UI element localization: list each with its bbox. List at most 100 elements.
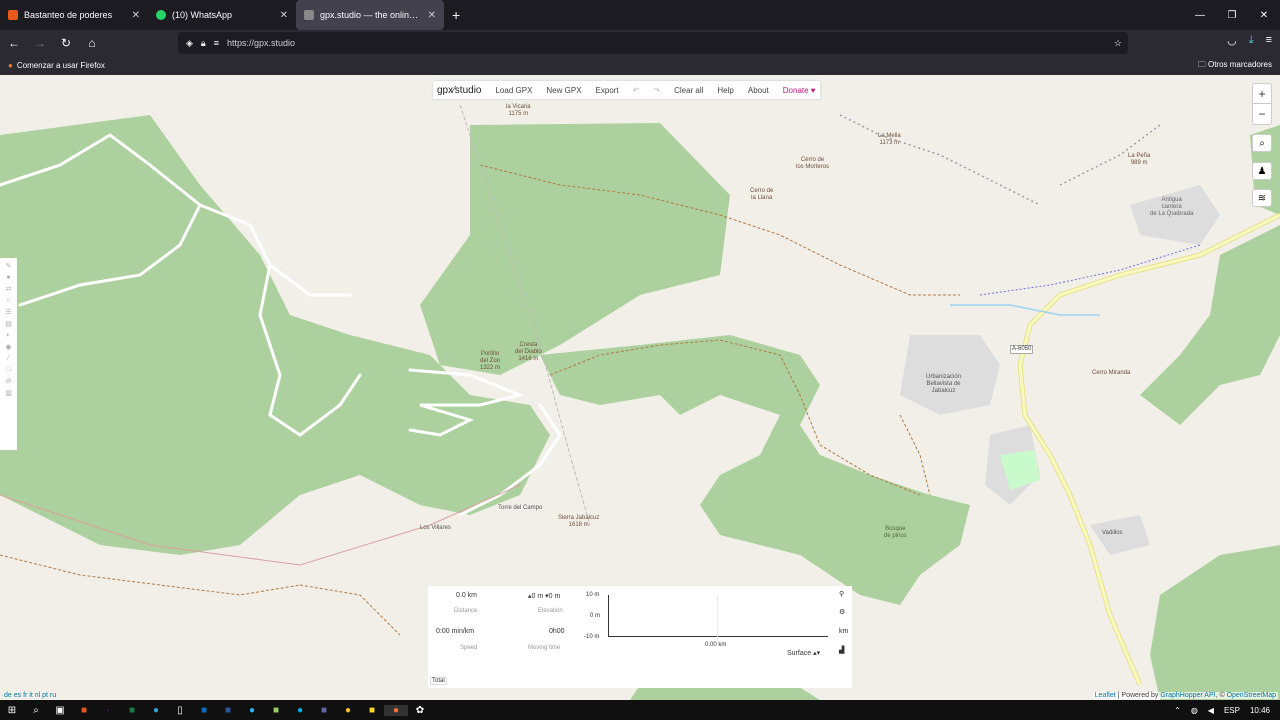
new-tab-button[interactable]: +	[444, 7, 468, 23]
url-text[interactable]: https://gpx.studio	[227, 38, 295, 48]
network-icon[interactable]: ◍	[1191, 706, 1198, 715]
pocket-icon[interactable]: ◡	[1227, 34, 1237, 47]
layers-icon: ≋	[1257, 193, 1267, 204]
windows-start-icon[interactable]: ⊞	[0, 705, 24, 716]
palette-icon[interactable]: ◐	[6, 332, 10, 339]
graphhopper-link[interactable]: GraphHopper API	[1160, 692, 1215, 699]
loop-icon[interactable]: ○	[6, 297, 10, 304]
bookmark-star-icon[interactable]: ☆	[1114, 38, 1122, 49]
moving-time-value: 0h00	[549, 628, 565, 635]
app-icon[interactable]: ·	[96, 705, 120, 716]
system-tray: ⌃ ◍ ◀ ESP 10:46	[1174, 700, 1270, 720]
redo-icon[interactable]: ↷	[653, 86, 660, 95]
y-tick-mid: 0 m	[590, 613, 601, 619]
close-window-icon[interactable]: ✕	[1248, 10, 1280, 21]
runner-icon[interactable]: ⚲	[839, 590, 844, 598]
menu-icon[interactable]: ≡	[1266, 34, 1272, 47]
back-icon[interactable]: ←	[2, 36, 26, 50]
tab-gpx-studio[interactable]: gpx.studio — the online GPX file ✕	[296, 0, 444, 30]
clock[interactable]: 10:46	[1250, 706, 1270, 715]
language-indicator[interactable]: ESP	[1224, 706, 1240, 715]
chart-icon[interactable]: ▟	[839, 646, 844, 654]
restore-icon[interactable]: ❐	[1216, 10, 1248, 21]
tab-label: gpx.studio — the online GPX file	[320, 10, 422, 20]
search-button[interactable]: ⌕	[1252, 134, 1272, 152]
zoom-out-button[interactable]: −	[1253, 104, 1271, 124]
hide-icon[interactable]: ⊘	[6, 377, 12, 385]
about-button[interactable]: About	[748, 86, 769, 95]
minimize-icon[interactable]: —	[1184, 10, 1216, 21]
tray-chevron-icon[interactable]: ⌃	[1174, 706, 1181, 715]
app-icon[interactable]: ✿	[408, 705, 432, 716]
drop-icon[interactable]: ●	[6, 274, 10, 281]
new-gpx-button[interactable]: New GPX	[546, 86, 581, 95]
boundary	[839, 114, 1041, 206]
tab-bastanteo[interactable]: Bastanteo de poderes ✕	[0, 0, 148, 30]
tab-whatsapp[interactable]: (10) WhatsApp ✕	[148, 0, 296, 30]
app-icon[interactable]: ■	[72, 705, 96, 716]
brush-icon[interactable]: ⁄	[8, 355, 9, 362]
edge-icon[interactable]: ●	[144, 705, 168, 716]
layers-button[interactable]: ≋	[1252, 189, 1272, 207]
elevation-panel: 0.0 km Distance ▴0 m ▾0 m Elevation 0:00…	[428, 586, 852, 688]
chrome-icon[interactable]: ●	[336, 705, 360, 716]
search-icon[interactable]: ⌕	[24, 705, 48, 716]
osm-link[interactable]: OpenStreetMap	[1227, 692, 1276, 699]
shield-icon[interactable]: ◈	[186, 38, 193, 49]
lock-icon[interactable]: 🔒︎	[201, 38, 206, 49]
outlook-icon[interactable]: ■	[192, 705, 216, 716]
window-controls: — ❐ ✕	[1184, 0, 1280, 30]
export-button[interactable]: Export	[596, 86, 619, 95]
total-tab[interactable]: Total	[430, 677, 447, 685]
gpx-top-menu: gpx⁄studio Load GPX New GPX Export ↶ ↷ C…	[433, 81, 820, 99]
bike-icon[interactable]: ⚙	[839, 608, 845, 616]
skype-icon[interactable]: ●	[288, 705, 312, 716]
home-icon[interactable]: ⌂	[80, 36, 104, 50]
elevation-chart-midline	[717, 595, 718, 637]
map[interactable]: la Vicaria 1175 m Cerro de los Morteros …	[0, 75, 1280, 700]
task-view-icon[interactable]: ▣	[48, 705, 72, 716]
permissions-icon[interactable]: ≡	[214, 38, 219, 48]
tab-close-icon[interactable]: ✕	[132, 10, 140, 21]
crop-icon[interactable]: □	[6, 366, 10, 373]
leaflet-link[interactable]: Leaflet	[1095, 692, 1116, 699]
folder-icon[interactable]: ■	[360, 705, 384, 716]
file-icon[interactable]: ▯	[168, 705, 192, 716]
zoom-in-button[interactable]: +	[1253, 84, 1271, 104]
reverse-icon[interactable]: ⇄	[6, 285, 12, 293]
trash-icon[interactable]: ▥	[5, 389, 12, 397]
url-bar[interactable]: ◈ 🔒︎ ≡ https://gpx.studio ☆	[178, 32, 1128, 54]
pencil-icon[interactable]: ✎	[6, 262, 12, 270]
other-bookmarks-label: Otros marcadores	[1207, 59, 1272, 69]
locate-button[interactable]: ♟	[1252, 162, 1272, 180]
help-button[interactable]: Help	[717, 86, 733, 95]
excel-icon[interactable]: ■	[120, 705, 144, 716]
download-icon[interactable]: ⤓	[1249, 34, 1254, 47]
bookmark-firefox[interactable]: Comenzar a usar Firefox	[17, 61, 105, 70]
surface-select[interactable]: Surface ▴▾	[787, 649, 820, 657]
word-icon[interactable]: ■	[216, 705, 240, 716]
list-icon[interactable]: ☰	[5, 308, 11, 316]
elevation-chart-area[interactable]	[608, 595, 828, 637]
firefox-icon[interactable]: ●	[384, 704, 408, 716]
other-bookmarks[interactable]: 🗀︎ Otros marcadores	[1198, 59, 1272, 73]
reload-icon[interactable]: ↻	[54, 36, 78, 50]
language-links[interactable]: de es fr it nl pt ru	[4, 692, 56, 699]
tab-close-icon[interactable]: ✕	[428, 10, 436, 21]
undo-icon[interactable]: ↶	[633, 86, 640, 95]
tab-close-icon[interactable]: ✕	[280, 10, 288, 21]
app-icon[interactable]: ■	[264, 705, 288, 716]
pin-icon[interactable]: ◉	[5, 343, 11, 351]
load-gpx-button[interactable]: Load GPX	[495, 86, 532, 95]
forward-icon[interactable]: →	[28, 36, 52, 50]
app-icon[interactable]: ●	[240, 705, 264, 716]
volume-icon[interactable]: ◀	[1208, 706, 1214, 715]
moving-time-label: Moving time	[528, 645, 561, 651]
label-cresta: Cresta del Diablo 1416 m	[515, 342, 542, 362]
copy-icon[interactable]: ▤	[5, 320, 12, 328]
elevation-label: Elevation	[538, 608, 563, 614]
donate-button[interactable]: Donate ♥	[783, 86, 816, 95]
unit-km[interactable]: km	[839, 628, 848, 635]
teams-icon[interactable]: ■	[312, 705, 336, 716]
clear-all-button[interactable]: Clear all	[674, 86, 703, 95]
